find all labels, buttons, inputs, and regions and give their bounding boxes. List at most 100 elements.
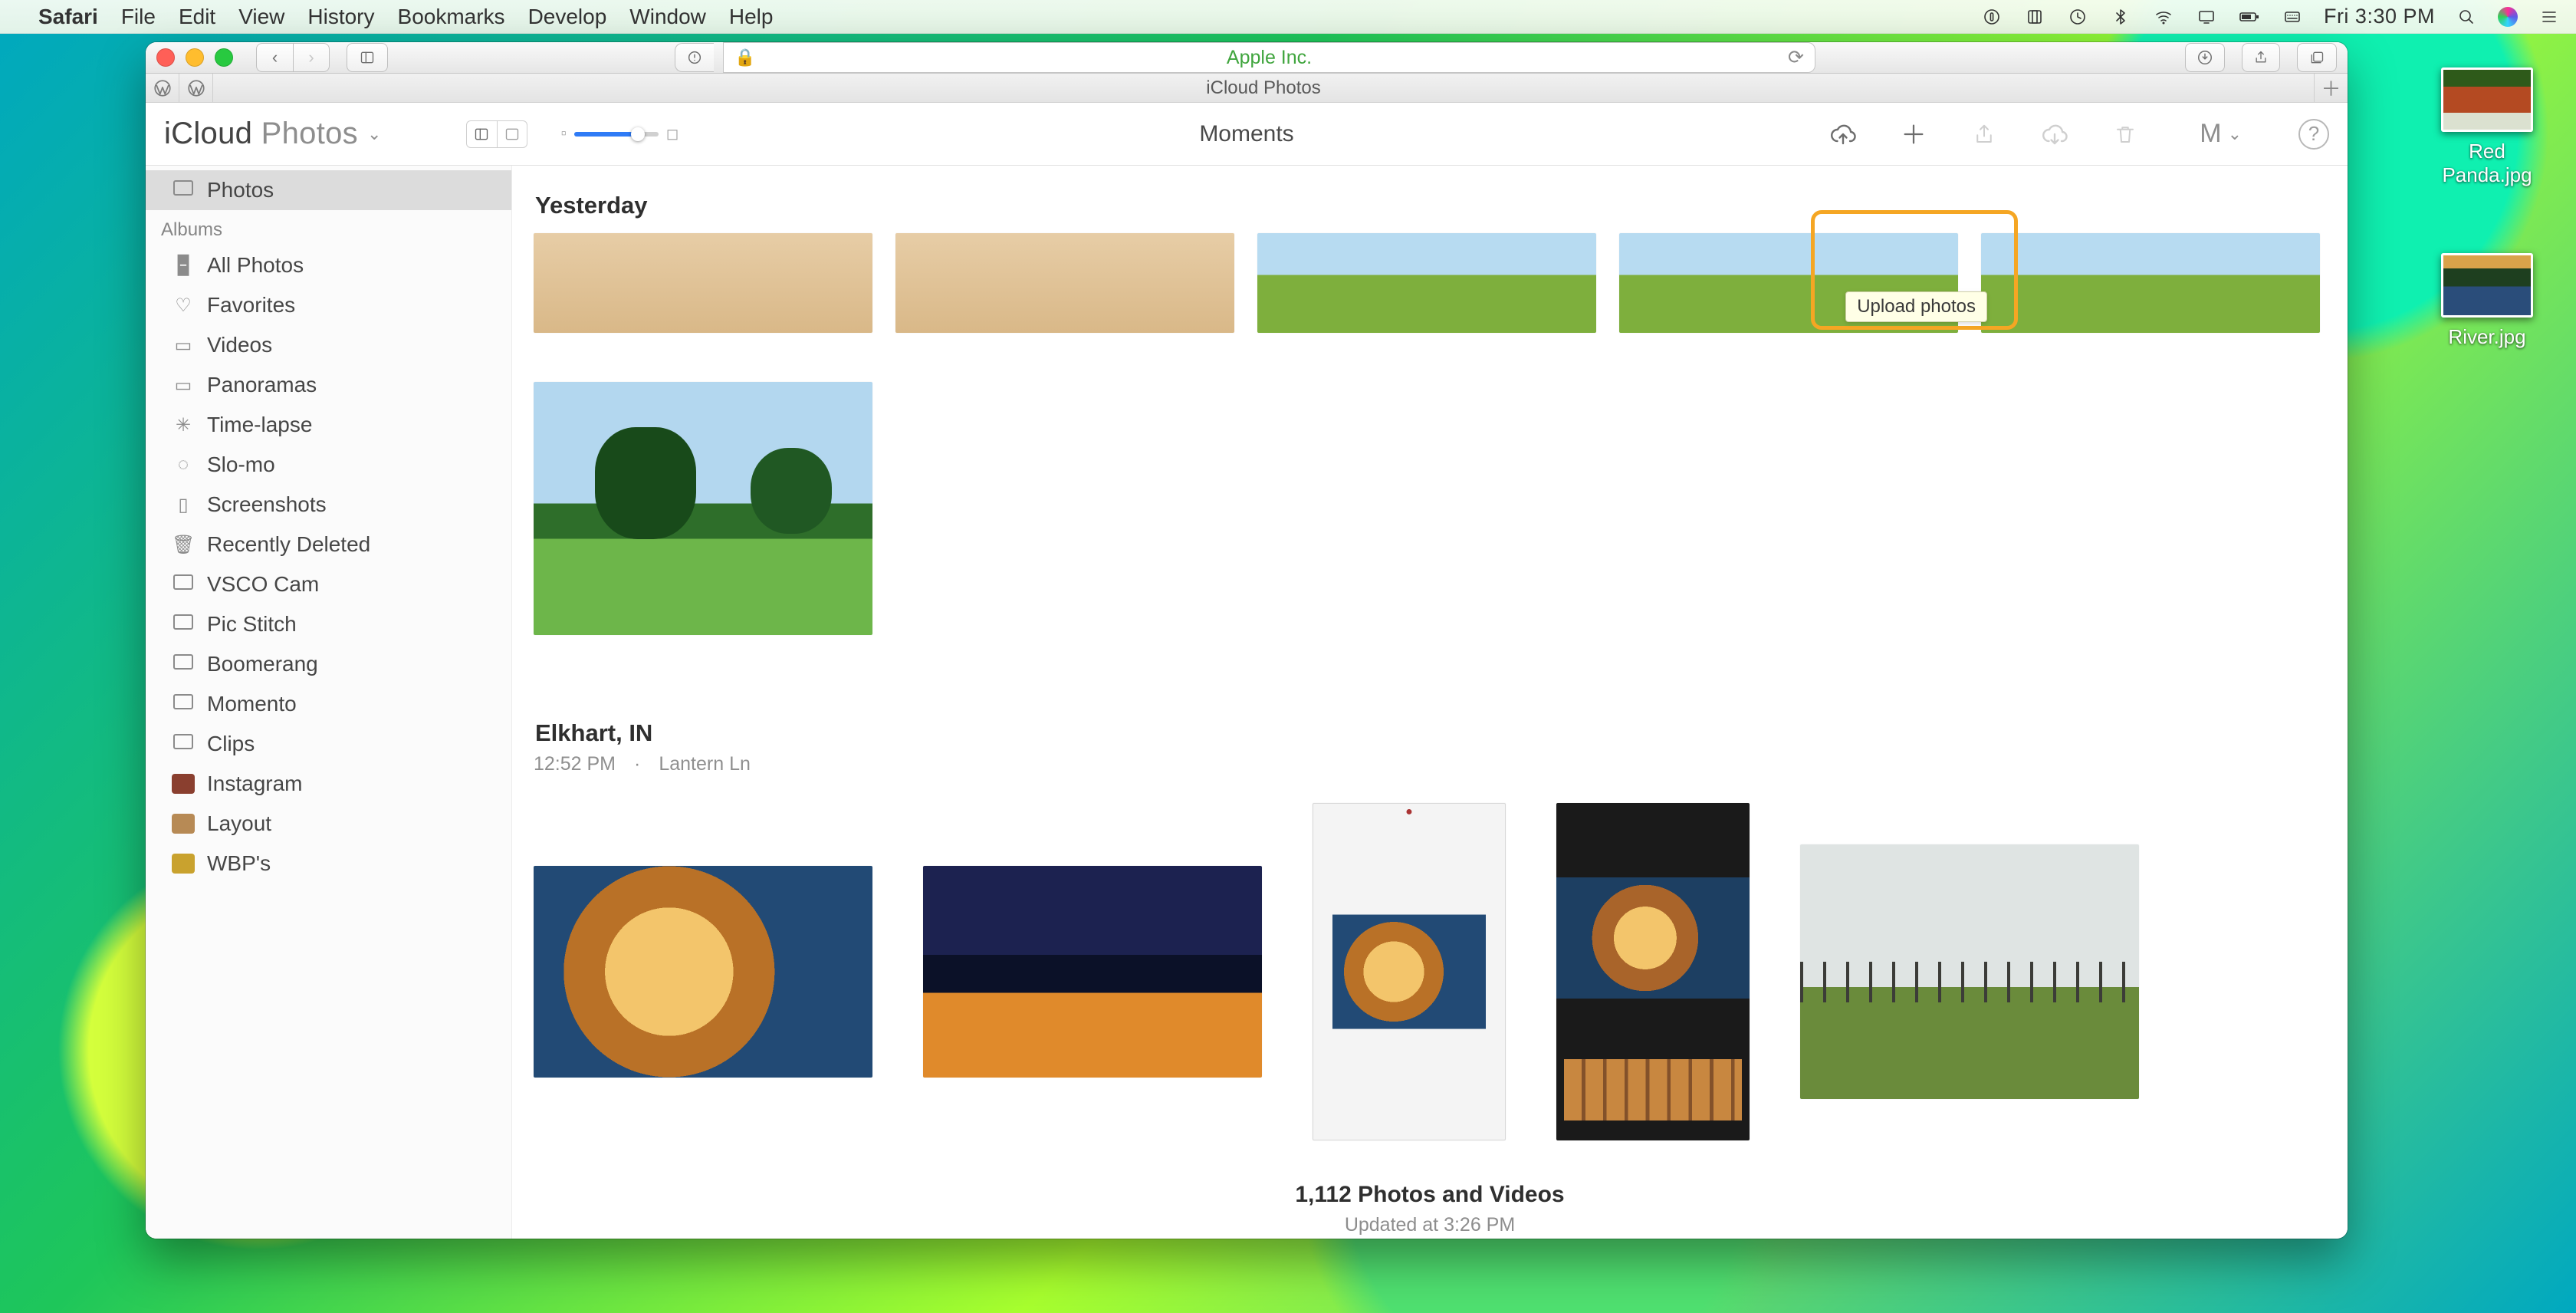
photo-count: 1,112 Photos and Videos xyxy=(534,1182,2326,1208)
photo-thumbnail[interactable] xyxy=(1800,844,2139,1099)
menu-window[interactable]: Window xyxy=(629,5,706,29)
sidebar-item-vsco[interactable]: VSCO Cam xyxy=(146,564,511,604)
sidebar-item-layout[interactable]: Layout xyxy=(146,804,511,844)
address-bar[interactable]: 🔒 Apple Inc. ⟳ xyxy=(723,42,1815,73)
thumbnail-row xyxy=(534,233,2326,333)
sidebar-item-recently-deleted[interactable]: 🗑Recently Deleted xyxy=(146,525,511,564)
sidebar-item-slo-mo[interactable]: ◌ Slo-mo xyxy=(146,445,511,485)
reader-button[interactable] xyxy=(675,43,714,72)
menubar-box-icon[interactable] xyxy=(2023,8,2046,26)
photo-thumbnail[interactable] xyxy=(1981,233,2320,333)
menubar-clock[interactable]: Fri 3:30 PM xyxy=(2324,5,2435,28)
menu-edit[interactable]: Edit xyxy=(179,5,215,29)
photo-thumbnail[interactable] xyxy=(1257,233,1596,333)
pinned-tab-wordpress[interactable] xyxy=(179,74,213,102)
sidebar-item-label: Slo-mo xyxy=(207,452,275,477)
photo-thumbnail[interactable] xyxy=(534,866,872,1078)
file-thumbnail xyxy=(2441,253,2533,318)
menubar-keyboard-icon[interactable] xyxy=(2281,8,2304,26)
photos-gallery[interactable]: Yesterday Elkhart, IN xyxy=(512,166,2348,1239)
menu-develop[interactable]: Develop xyxy=(528,5,607,29)
menubar-1password-icon[interactable] xyxy=(1980,8,2003,26)
nav-forward-button[interactable]: › xyxy=(293,43,330,72)
sidebar-item-label: Clips xyxy=(207,732,255,756)
window-minimize-button[interactable] xyxy=(186,48,204,67)
sidebar-item-screenshots[interactable]: ▯Screenshots xyxy=(146,485,511,525)
safari-titlebar: ‹ › 🔒 Apple Inc. ⟳ xyxy=(146,42,2348,74)
sidebar-item-favorites[interactable]: ♡Favorites xyxy=(146,285,511,325)
file-name: River.jpg xyxy=(2433,325,2541,349)
photo-thumbnail[interactable] xyxy=(534,382,872,635)
downloads-button[interactable] xyxy=(2185,43,2225,72)
sidebar-item-wbps[interactable]: WBP's xyxy=(146,844,511,884)
zoom-out-icon: ▫ xyxy=(561,125,567,143)
menubar-spotlight-icon[interactable] xyxy=(2455,8,2478,26)
view-title: Moments xyxy=(1199,121,1293,147)
menubar-display-icon[interactable] xyxy=(2195,8,2218,26)
sidebar-item-picstitch[interactable]: Pic Stitch xyxy=(146,604,511,644)
menubar-timemachine-icon[interactable] xyxy=(2066,8,2089,26)
pinned-tab-wordpress-admin[interactable] xyxy=(146,74,179,102)
sidebar-item-videos[interactable]: ▭Videos xyxy=(146,325,511,365)
desktop-file[interactable]: Red Panda.jpg xyxy=(2433,67,2541,187)
photo-thumbnail[interactable] xyxy=(895,233,1234,333)
sidebar-item-all-photos[interactable]: 🁢All Photos xyxy=(146,245,511,285)
slomo-icon: ◌ xyxy=(172,454,195,476)
sidebar-item-momento[interactable]: Momento xyxy=(146,684,511,724)
sidebar-item-label: Time-lapse xyxy=(207,413,312,437)
photos-brand-menu[interactable]: iCloud Photos ⌄ xyxy=(164,117,382,151)
sidebar-item-label: Pic Stitch xyxy=(207,612,297,637)
sidebar-toggle-button[interactable] xyxy=(347,43,388,72)
app-name[interactable]: Safari xyxy=(38,5,98,29)
photo-thumbnail[interactable] xyxy=(1556,803,1750,1140)
photo-thumbnail[interactable] xyxy=(534,233,872,333)
help-button[interactable]: ? xyxy=(2298,119,2329,150)
new-tab-button[interactable]: ＋ xyxy=(2314,74,2348,102)
add-button[interactable] xyxy=(1896,117,1931,152)
thumbnail-zoom-slider[interactable]: ▫ ◻ xyxy=(561,124,679,143)
sidebar-item-label: Screenshots xyxy=(207,492,327,517)
album-icon xyxy=(172,653,195,675)
window-zoom-button[interactable] xyxy=(215,48,233,67)
sidebar-item-boomerang[interactable]: Boomerang xyxy=(146,644,511,684)
share-button[interactable] xyxy=(2242,43,2280,72)
section-title: Yesterday xyxy=(535,192,2326,219)
sidebar-item-panoramas[interactable]: ▭Panoramas xyxy=(146,365,511,405)
menu-help[interactable]: Help xyxy=(729,5,774,29)
sidebar-show-icon[interactable] xyxy=(466,120,497,148)
album-icon xyxy=(172,733,195,755)
share-photo-button[interactable] xyxy=(1967,117,2002,152)
menubar-wifi-icon[interactable] xyxy=(2152,8,2175,26)
menu-history[interactable]: History xyxy=(307,5,374,29)
download-button[interactable] xyxy=(2037,117,2072,152)
menubar-siri-icon[interactable] xyxy=(2498,7,2518,27)
menu-view[interactable]: View xyxy=(238,5,284,29)
sidebar-visibility-toggle[interactable] xyxy=(466,120,527,148)
photos-sidebar: Photos Albums 🁢All Photos ♡Favorites ▭Vi… xyxy=(146,166,512,1239)
account-menu[interactable]: M⌄ xyxy=(2200,119,2242,149)
sidebar-item-label: Recently Deleted xyxy=(207,532,370,557)
menubar-battery-icon[interactable] xyxy=(2238,8,2261,26)
safari-window: ‹ › 🔒 Apple Inc. ⟳ xyxy=(146,42,2348,1239)
photo-thumbnail[interactable]: ● xyxy=(1313,803,1506,1140)
window-close-button[interactable] xyxy=(156,48,175,67)
sidebar-hide-icon[interactable] xyxy=(497,120,527,148)
sidebar-item-instagram[interactable]: Instagram xyxy=(146,764,511,804)
sidebar-item-photos[interactable]: Photos xyxy=(146,170,511,210)
sidebar-item-label: WBP's xyxy=(207,851,271,876)
upload-button[interactable] xyxy=(1825,117,1861,152)
menu-file[interactable]: File xyxy=(121,5,156,29)
menubar-notification-center-icon[interactable] xyxy=(2538,8,2561,26)
sidebar-item-clips[interactable]: Clips xyxy=(146,724,511,764)
menubar-bluetooth-icon[interactable] xyxy=(2109,8,2132,26)
desktop-file[interactable]: River.jpg xyxy=(2433,253,2541,349)
active-tab[interactable]: iCloud Photos xyxy=(213,74,2314,102)
reload-icon[interactable]: ⟳ xyxy=(1788,46,1804,69)
menu-bookmarks[interactable]: Bookmarks xyxy=(398,5,505,29)
tabs-overview-button[interactable] xyxy=(2297,43,2337,72)
sidebar-item-time-lapse[interactable]: ✳Time-lapse xyxy=(146,405,511,445)
photo-thumbnail[interactable] xyxy=(923,866,1262,1078)
nav-back-button[interactable]: ‹ xyxy=(256,43,293,72)
photos-icon xyxy=(172,179,195,201)
delete-button[interactable] xyxy=(2108,117,2143,152)
